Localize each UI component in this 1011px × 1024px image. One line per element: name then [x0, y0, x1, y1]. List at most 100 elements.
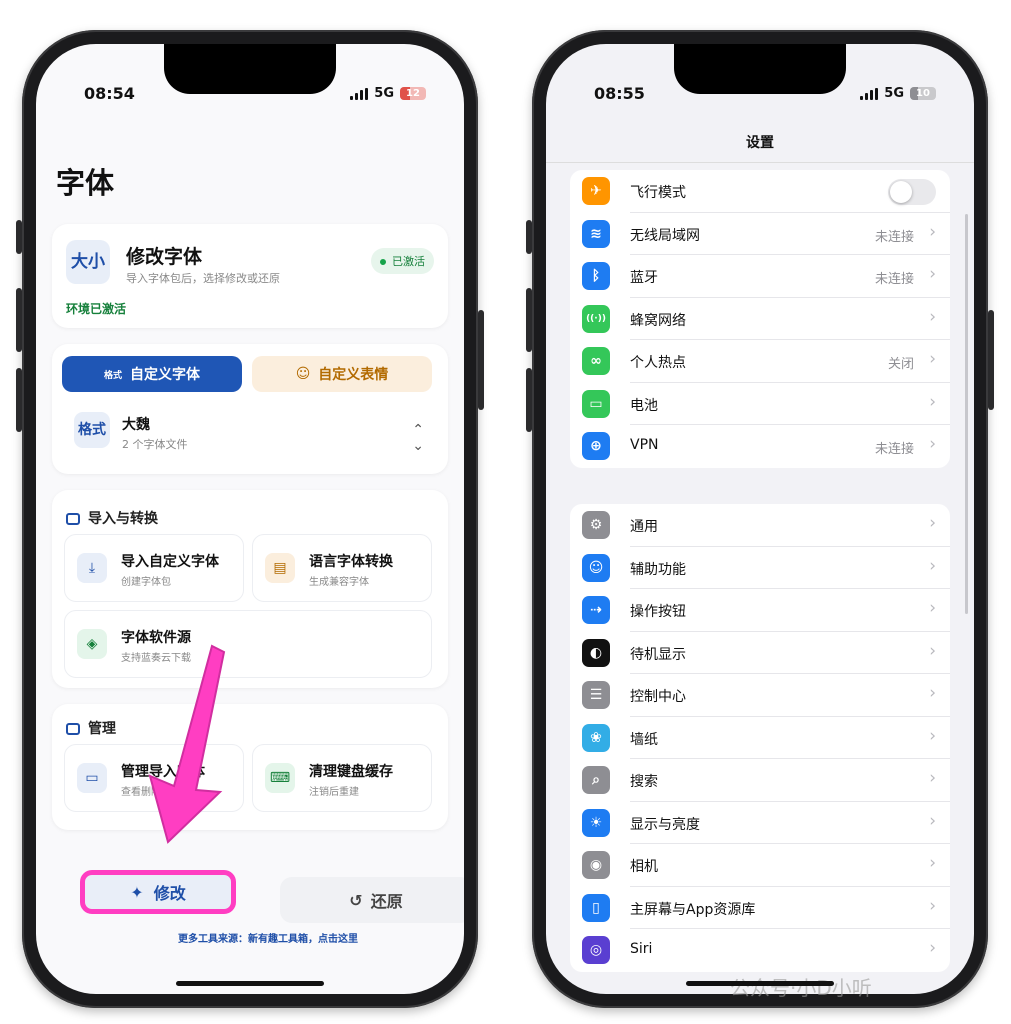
settings-row-accessibility[interactable]: ☺ 辅助功能 › — [570, 547, 950, 589]
chevron-updown-icon[interactable]: ⌃ ⌄ — [412, 422, 424, 454]
scrollbar[interactable] — [965, 214, 968, 614]
chevron-right-icon: › — [929, 853, 936, 873]
settings-group-general: ⚙ 通用 › ☺ 辅助功能 › ⇢ 操作按钮 › ◐ 待机显示 › ☰ 控制中心 › ❀ 墙纸 › ⌕ 搜索 › ☀ 显示与… — [570, 504, 950, 972]
settings-row-gear[interactable]: ⚙ 通用 › — [570, 504, 950, 547]
box-icon: ◈ — [77, 629, 107, 659]
settings-row-airplane[interactable]: ✈ 飞行模式 — [570, 170, 950, 213]
settings-row-brightness[interactable]: ☀ 显示与亮度 › — [570, 802, 950, 844]
font-source-tile[interactable]: ◈ 字体软件源 支持蓝奏云下载 — [64, 610, 432, 678]
chevron-right-icon: › — [929, 264, 936, 284]
settings-row-value: 关闭 — [887, 357, 914, 372]
app-card: 大小 修改字体 导入字体包后，选择修改或还原 已激活 环境已激活 — [52, 224, 448, 328]
settings-row-camera[interactable]: ◉ 相机 › — [570, 844, 950, 887]
settings-row-label: 飞行模式 — [630, 185, 686, 201]
keyboard-icon: ⌨ — [265, 763, 295, 793]
tile-subtitle: 查看删除 — [121, 787, 161, 798]
signal-icon — [860, 87, 879, 100]
tab-custom-emoji-label: 自定义表情 — [318, 367, 389, 383]
settings-row-standby[interactable]: ◐ 待机显示 › — [570, 632, 950, 674]
language-font-convert-tile[interactable]: ▤ 语言字体转换 生成兼容字体 — [252, 534, 432, 602]
cellular-icon: ((·)) — [582, 304, 610, 333]
settings-row-hotspot[interactable]: ∞ 个人热点 关闭 › — [570, 340, 950, 383]
env-status: 环境已激活 — [66, 302, 127, 316]
settings-row-value: 未连接 — [874, 272, 914, 287]
hotspot-icon: ∞ — [582, 347, 610, 375]
airplane-mode-toggle[interactable] — [888, 179, 936, 205]
settings-row-wallpaper[interactable]: ❀ 墙纸 › — [570, 717, 950, 759]
settings-row-label: 辅助功能 — [630, 561, 686, 578]
settings-row-label: 操作按钮 — [630, 604, 686, 620]
settings-row-battery[interactable]: ▭ 电池 › — [570, 383, 950, 425]
font-selector-card: 格式 自定义字体 ☺ 自定义表情 格式 大魏 2 个字体文件 ⌃ ⌄ — [52, 344, 448, 474]
chevron-right-icon: › — [929, 349, 936, 369]
settings-row-vpn[interactable]: ⊕ VPN 未连接 › — [570, 425, 950, 468]
settings-row-label: VPN — [630, 437, 659, 453]
settings-row-control-center[interactable]: ☰ 控制中心 › — [570, 674, 950, 717]
modify-button[interactable]: ✦ 修改 — [80, 870, 236, 914]
toggle-knob — [890, 181, 912, 203]
camera-icon: ◉ — [582, 851, 610, 879]
settings-row-label: 通用 — [630, 519, 658, 535]
search-icon: ⌕ — [582, 766, 610, 794]
restore-button[interactable]: ↺ 还原 — [280, 877, 464, 923]
chevron-right-icon: › — [929, 598, 936, 618]
tab-custom-emoji[interactable]: ☺ 自定义表情 — [252, 356, 432, 392]
chevron-right-icon: › — [929, 221, 936, 242]
home-indicator — [176, 981, 324, 986]
home-screen-icon: ▯ — [582, 893, 610, 922]
network-label: 5G — [374, 86, 394, 101]
settings-row-label: 搜索 — [630, 774, 658, 790]
settings-row-label: 墙纸 — [630, 731, 658, 748]
settings-row-label: 待机显示 — [630, 646, 686, 663]
settings-row-value: 未连接 — [874, 442, 914, 457]
settings-row-search[interactable]: ⌕ 搜索 › — [570, 759, 950, 802]
action-button-icon: ⇢ — [582, 596, 610, 624]
control-center-icon: ☰ — [582, 681, 610, 709]
tile-subtitle: 生成兼容字体 — [309, 577, 369, 588]
translate-icon: ▤ — [265, 553, 295, 583]
import-section-title: 导入与转换 — [66, 508, 158, 528]
manage-section-title: 管理 — [66, 718, 116, 738]
tile-title: 导入自定义字体 — [121, 554, 219, 570]
chevron-right-icon: › — [929, 895, 936, 916]
settings-row-bluetooth[interactable]: ᛒ 蓝牙 未连接 › — [570, 255, 950, 298]
tab-custom-font-prefix: 格式 — [103, 370, 122, 381]
settings-row-siri[interactable]: ◎ Siri › — [570, 929, 950, 972]
siri-icon: ◎ — [582, 936, 610, 964]
folder-icon: ▭ — [77, 763, 107, 793]
tab-custom-font[interactable]: 格式 自定义字体 — [62, 356, 242, 392]
chevron-right-icon: › — [929, 938, 936, 958]
tile-title: 字体软件源 — [121, 630, 191, 646]
chevron-right-icon: › — [929, 391, 936, 412]
airplane-icon: ✈ — [582, 177, 610, 205]
settings-row-action-button[interactable]: ⇢ 操作按钮 › — [570, 589, 950, 632]
signal-icon — [350, 87, 369, 100]
settings-row-label: Siri — [630, 941, 653, 957]
settings-row-label: 无线局域网 — [630, 227, 700, 244]
clear-keyboard-cache-tile[interactable]: ⌨ 清理键盘缓存 注销后重建 — [252, 744, 432, 812]
import-section: 导入与转换 ⤓ 导入自定义字体 创建字体包 ▤ 语言字体转换 生成兼容字体 ◈ … — [52, 490, 448, 688]
chevron-right-icon: › — [929, 555, 936, 576]
tile-title: 语言字体转换 — [309, 554, 393, 570]
settings-row-home-screen[interactable]: ▯ 主屏幕与App资源库 › — [570, 887, 950, 929]
standby-icon: ◐ — [582, 638, 610, 667]
selected-font-name[interactable]: 大魏 — [122, 414, 150, 434]
settings-row-label: 个人热点 — [630, 355, 686, 371]
import-custom-font-tile[interactable]: ⤓ 导入自定义字体 创建字体包 — [64, 534, 244, 602]
status-time: 08:55 — [594, 84, 645, 103]
chevron-right-icon: › — [929, 768, 936, 788]
smile-icon: ☺ — [295, 366, 311, 382]
settings-row-wifi[interactable]: ≋ 无线局域网 未连接 › — [570, 213, 950, 255]
settings-row-label: 蜂窝网络 — [630, 312, 686, 329]
battery-icon: 10 — [910, 87, 936, 100]
more-tools-link[interactable]: 更多工具来源：新有趣工具箱，点击这里 — [178, 930, 358, 945]
tile-title: 管理导入字体 — [121, 764, 205, 780]
manage-imported-fonts-tile[interactable]: ▭ 管理导入字体 查看删除 — [64, 744, 244, 812]
right-screen: 08:55 5G 10 设置 ✈ 飞行模式 ≋ 无线局域网 未连接 › ᛒ 蓝牙 未连接 › ((·… — [546, 44, 974, 994]
right-phone: 08:55 5G 10 设置 ✈ 飞行模式 ≋ 无线局域网 未连接 › ᛒ 蓝牙 未连接 › ((·… — [526, 30, 994, 1008]
download-icon: ⤓ — [77, 553, 107, 583]
settings-row-cellular[interactable]: ((·)) 蜂窝网络 › — [570, 298, 950, 340]
modify-button-label: 修改 — [153, 884, 186, 903]
sliders-icon — [66, 723, 80, 735]
chevron-right-icon: › — [929, 306, 936, 327]
